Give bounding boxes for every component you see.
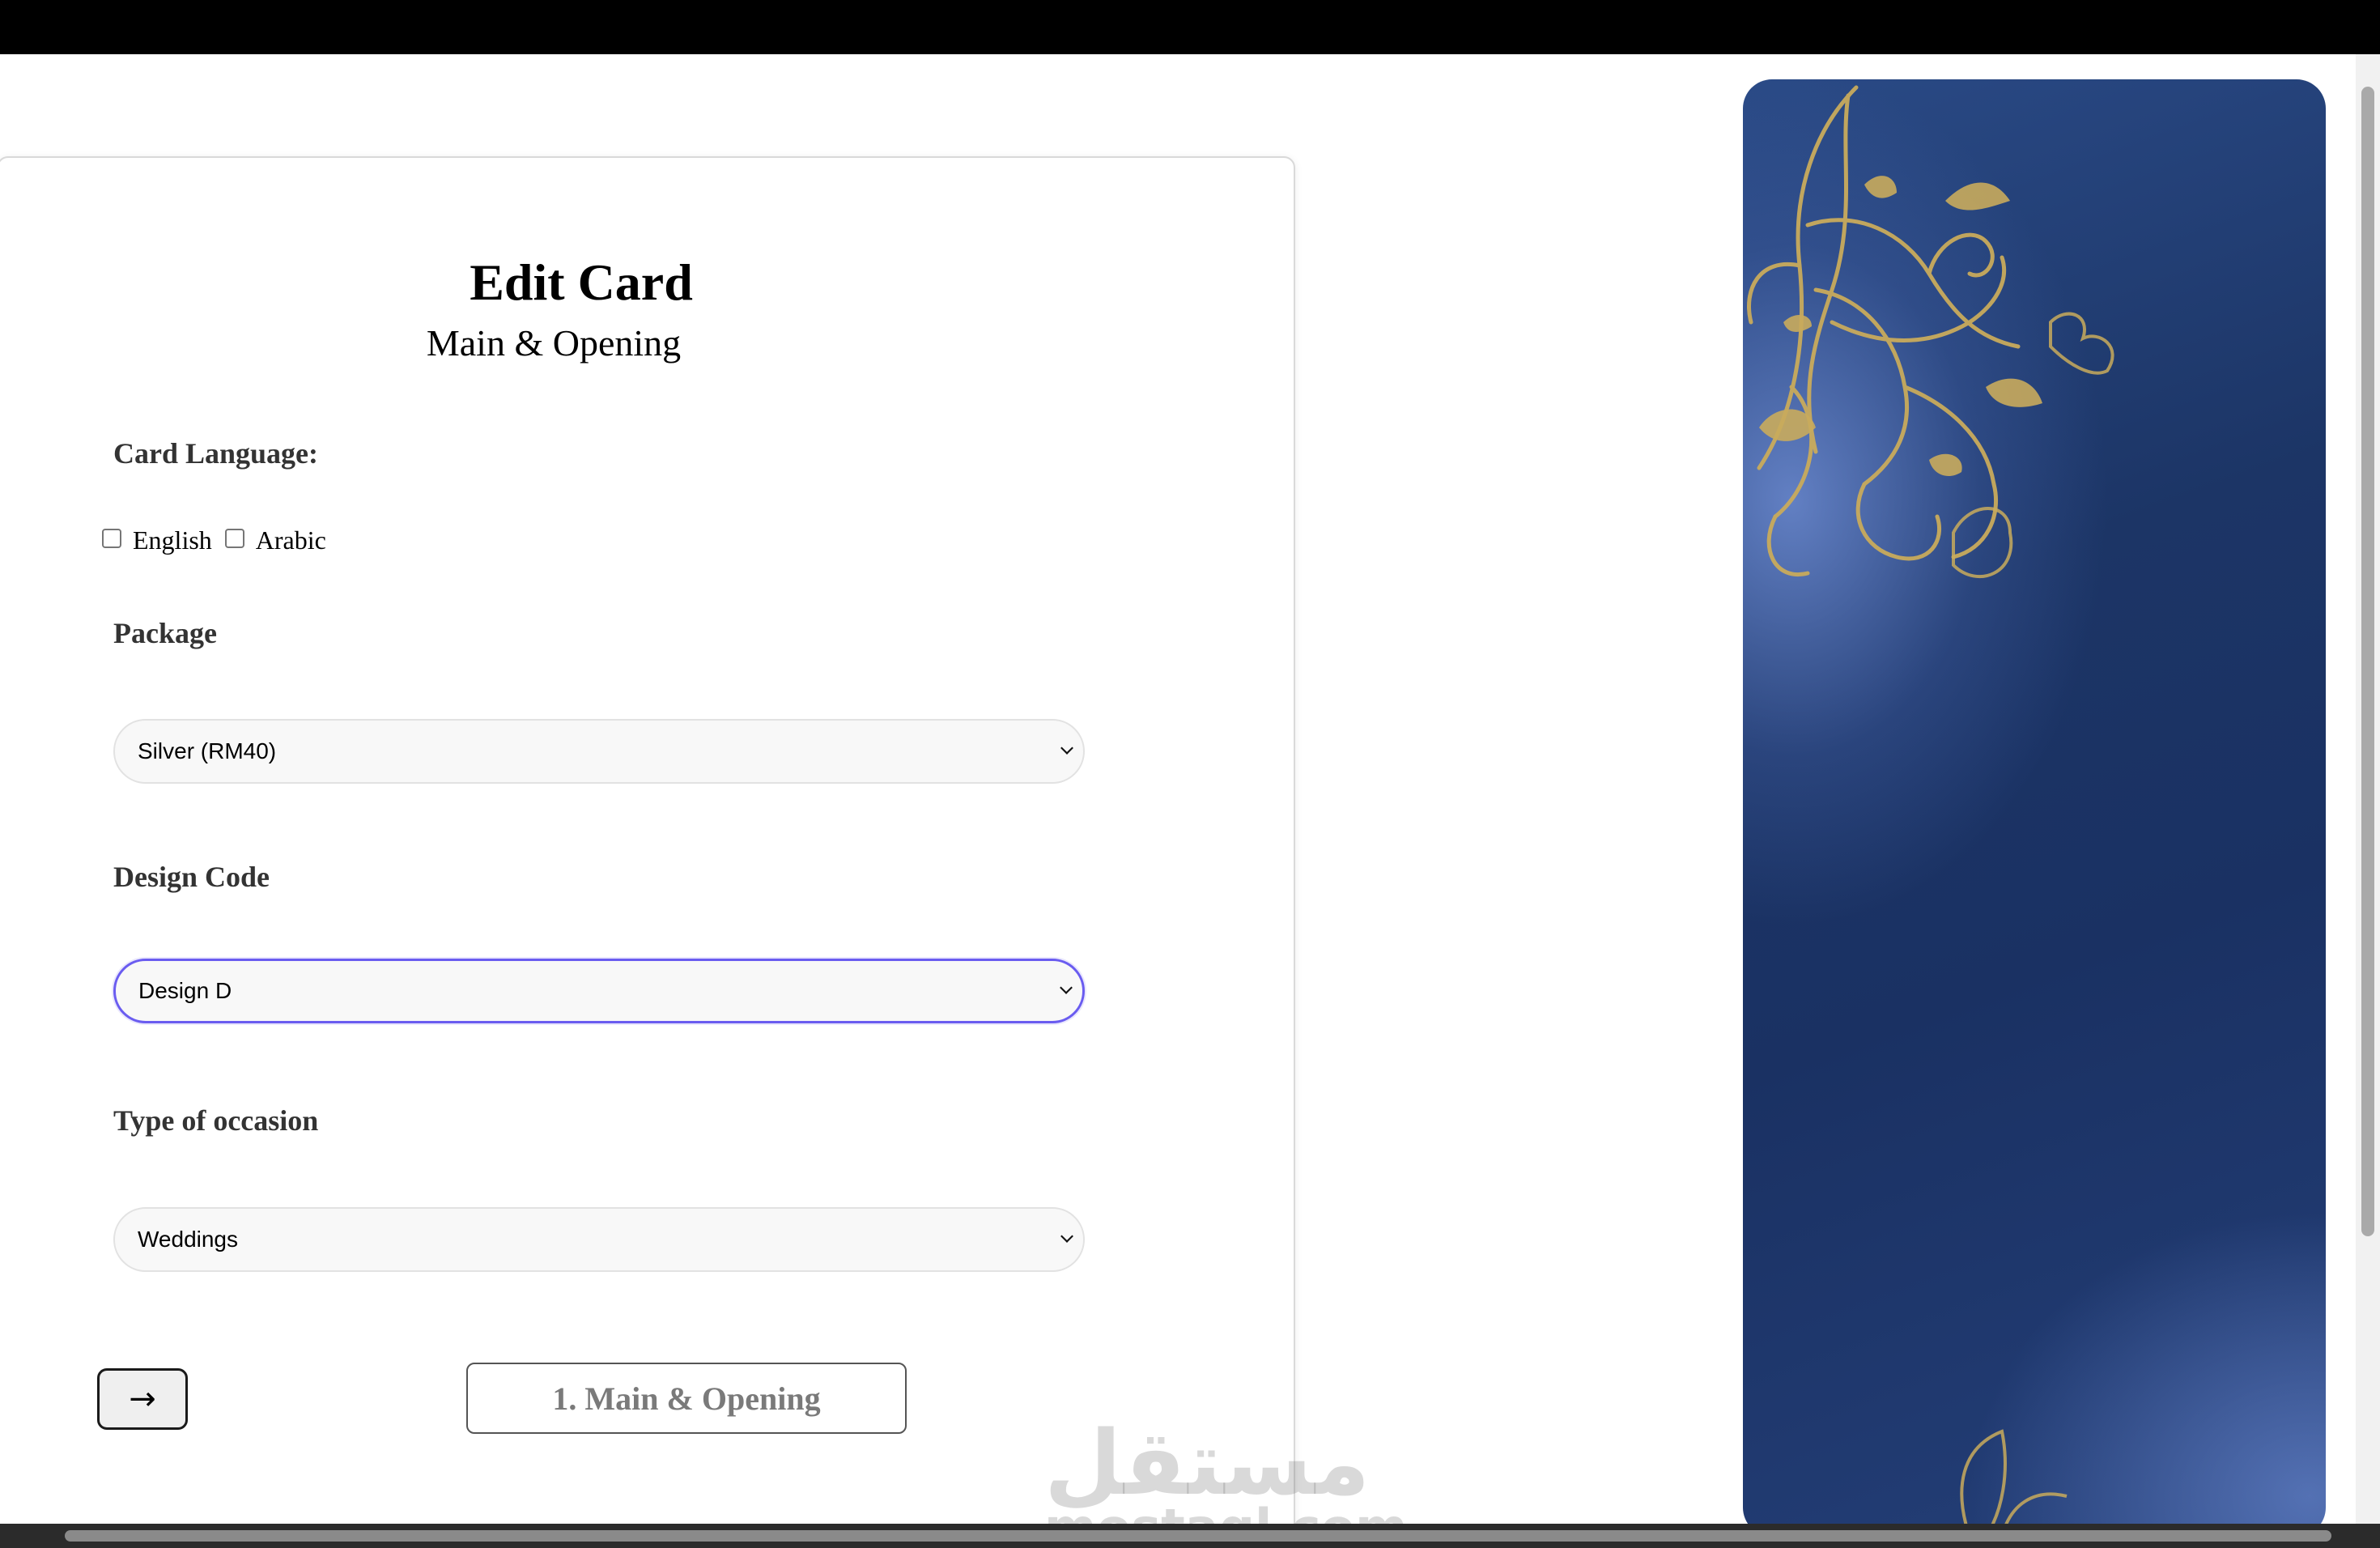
page-viewport: Edit Card Main & Opening Card Language: … [0, 54, 2356, 1524]
vertical-scrollbar[interactable] [2356, 54, 2380, 1524]
english-checkbox[interactable] [102, 529, 121, 548]
card-language-options: English Arabic [102, 520, 339, 560]
step-main-opening-button[interactable]: 1. Main & Opening [466, 1363, 907, 1434]
watermark-latin: mostaql.com [1044, 1503, 1408, 1525]
gold-floral-ornament [1747, 85, 2114, 1524]
design-code-select[interactable]: Design D [113, 959, 1085, 1023]
card-design-preview [1743, 79, 2326, 1524]
design-code-selected-value: Design D [138, 978, 232, 1003]
arabic-label: Arabic [255, 525, 326, 555]
language-option-english[interactable]: English [102, 525, 212, 555]
next-arrow-button[interactable]: → [97, 1368, 188, 1430]
chevron-down-icon [1060, 981, 1073, 994]
chevron-down-icon [1060, 742, 1073, 755]
horizontal-scrollbar-thumb[interactable] [65, 1530, 2331, 1542]
card-language-label: Card Language: [113, 437, 319, 470]
vertical-scrollbar-thumb[interactable] [2361, 87, 2374, 1236]
chevron-down-icon [1060, 1230, 1073, 1243]
package-select[interactable]: Silver (RM40) [113, 719, 1085, 784]
mostaql-watermark: مستقل mostaql.com [1044, 1411, 1408, 1525]
page-title: Edit Card [470, 253, 693, 311]
occasion-label: Type of occasion [113, 1104, 319, 1137]
language-option-arabic[interactable]: Arabic [224, 525, 326, 555]
browser-top-bar [0, 0, 2380, 54]
page-subtitle: Main & Opening [426, 322, 682, 364]
occasion-selected-value: Weddings [138, 1227, 239, 1252]
package-label: Package [113, 617, 217, 649]
design-code-label: Design Code [113, 861, 270, 893]
package-selected-value: Silver (RM40) [138, 738, 277, 763]
english-label: English [133, 525, 212, 555]
horizontal-scrollbar[interactable] [0, 1524, 2380, 1548]
watermark-arabic: مستقل [1044, 1411, 1371, 1515]
arabic-checkbox[interactable] [224, 529, 244, 548]
occasion-select[interactable]: Weddings [113, 1207, 1085, 1272]
